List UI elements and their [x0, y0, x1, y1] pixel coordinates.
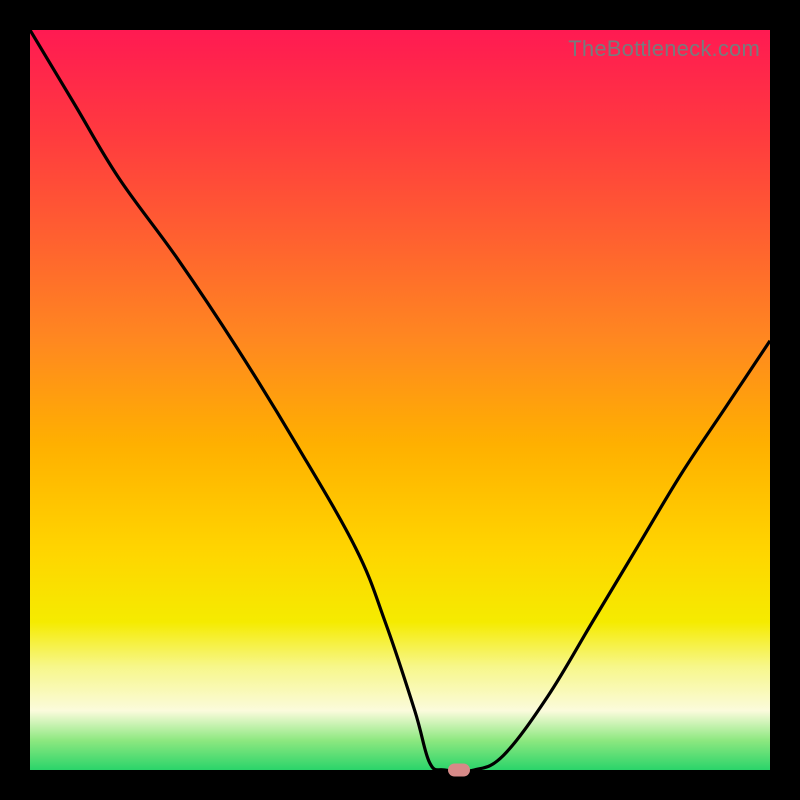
plot-area: TheBottleneck.com: [30, 30, 770, 770]
chart-frame: TheBottleneck.com: [0, 0, 800, 800]
optimal-point-marker: [448, 764, 470, 777]
bottleneck-curve: [30, 30, 770, 770]
